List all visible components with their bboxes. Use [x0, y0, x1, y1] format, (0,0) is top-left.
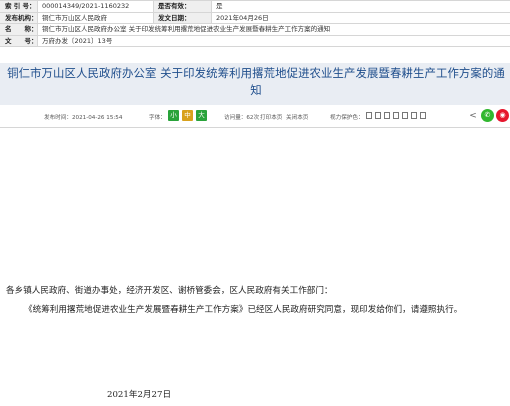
wechat-icon[interactable]: ✆: [481, 109, 494, 122]
divider: [0, 127, 510, 128]
date-value: 2021年04月26日: [216, 13, 269, 22]
doc-number-label: 文 号：: [0, 35, 38, 46]
font-size-label: 字体：: [149, 115, 166, 121]
weibo-icon[interactable]: ◉: [496, 109, 509, 122]
signature-date: 2021年2月27日: [107, 390, 172, 400]
eye-care-swatch[interactable]: [393, 112, 399, 119]
greeting-paragraph: 各乡镇人民政府、街道办事处，经济开发区、谢桥管委会，区人民政府有关工作部门：: [6, 286, 333, 296]
share-icon[interactable]: <: [467, 110, 479, 122]
index-value: 000014349/2021-1160232: [38, 1, 154, 12]
index-label: 索 引 号：: [0, 1, 38, 12]
org-value: 铜仁市万山区人民政府: [38, 12, 154, 23]
view-count: 访问量：62次: [224, 115, 260, 121]
eye-care-label: 视力保护色：: [330, 115, 364, 121]
publish-time: 发布时间：2021-04-26 15:54: [44, 115, 123, 121]
eye-care-swatch[interactable]: [366, 112, 372, 119]
doc-number-value: 万府办发〔2021〕13号: [42, 36, 113, 45]
print-link[interactable]: 打印本页: [260, 113, 282, 121]
name-value: 铜仁市万山区人民政府办公室 关于印发统筹利用撂荒地促进农业生产发展暨春耕生产工作…: [42, 25, 331, 33]
body-paragraph: 《统筹利用撂荒地促进农业生产发展暨春耕生产工作方案》已经区人民政府研究同意，现印…: [24, 305, 463, 315]
org-label: 发布机构：: [0, 12, 38, 23]
eye-care-swatch[interactable]: [375, 112, 381, 119]
valid-value: 是: [216, 2, 223, 10]
document-metadata-table: 索 引 号： 000014349/2021-1160232 是否有效： 是 发布…: [0, 0, 510, 47]
eye-care-swatch[interactable]: [384, 112, 390, 119]
font-large-button[interactable]: 大: [196, 110, 207, 121]
close-link[interactable]: 关闭本页: [286, 113, 308, 121]
meta-row-org: 发布机构： 铜仁市万山区人民政府 发文日期： 2021年04月26日: [0, 12, 510, 24]
eye-care-swatch[interactable]: [411, 112, 417, 119]
eye-care-swatch[interactable]: [402, 112, 408, 119]
info-bar: 发布时间：2021-04-26 15:54 字体： 小 中 大 访问量：62次 …: [0, 108, 510, 124]
date-label: 发文日期：: [154, 12, 212, 23]
font-small-button[interactable]: 小: [168, 110, 179, 121]
name-label: 名 称：: [0, 24, 38, 35]
valid-label: 是否有效：: [154, 1, 212, 12]
meta-row-doc: 文 号： 万府办发〔2021〕13号: [0, 35, 510, 47]
page-title: 铜仁市万山区人民政府办公室 关于印发统筹利用撂荒地促进农业生产发展暨春耕生产工作…: [7, 66, 505, 97]
eye-care-swatch[interactable]: [420, 112, 426, 119]
meta-row-name: 名 称： 铜仁市万山区人民政府办公室 关于印发统筹利用撂荒地促进农业生产发展暨春…: [0, 24, 510, 36]
meta-row-index: 索 引 号： 000014349/2021-1160232 是否有效： 是: [0, 1, 510, 13]
font-medium-button[interactable]: 中: [182, 110, 193, 121]
